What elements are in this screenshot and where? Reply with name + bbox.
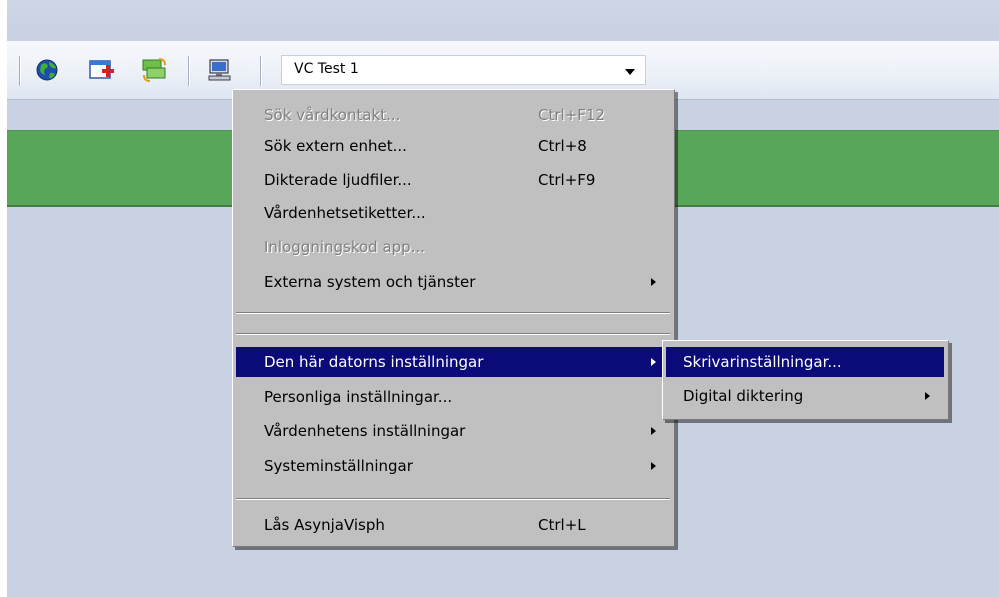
chevron-down-icon[interactable]: [625, 69, 635, 75]
menu-separator: [236, 333, 670, 335]
menu-item-sok-extern-enhet[interactable]: Sök extern enhet... Ctrl+8: [236, 131, 670, 161]
unit-selector-combobox[interactable]: VC Test 1: [281, 55, 646, 85]
computer-icon[interactable]: [205, 53, 235, 85]
menu-item-externa-system[interactable]: Externa system och tjänster: [236, 267, 670, 297]
menu-separator: [236, 312, 670, 314]
menu-item-las-asynjavisph[interactable]: Lås AsynjaVisph Ctrl+L: [236, 510, 670, 540]
menu-item-sok-vardkontakt[interactable]: Sök vårdkontakt... Ctrl+F12: [236, 100, 670, 130]
chevron-right-icon: [651, 358, 656, 366]
menu-item-personliga-installningar[interactable]: Personliga inställningar...: [236, 382, 670, 412]
toolbar-separator: [19, 56, 21, 86]
globe-icon[interactable]: [32, 53, 62, 85]
chevron-right-icon: [925, 392, 930, 400]
submenu-item-digital-diktering[interactable]: Digital diktering: [666, 381, 944, 411]
toolbar-separator: [188, 56, 190, 86]
menu-item-vardenhetens-installningar[interactable]: Vårdenhetens inställningar: [236, 416, 670, 446]
chevron-right-icon: [651, 278, 656, 286]
title-band: [7, 0, 999, 41]
context-menu: Sök vårdkontakt... Ctrl+F12 Sök extern e…: [232, 89, 675, 547]
toolbar-separator: [260, 56, 262, 86]
add-window-icon[interactable]: [87, 53, 117, 85]
combo-value: VC Test 1: [294, 61, 359, 77]
menu-item-inloggningskod-app[interactable]: Inloggningskod app...: [236, 232, 670, 262]
chevron-right-icon: [651, 427, 656, 435]
menu-item-den-har-datorns-installningar[interactable]: Den här datorns inställningar: [236, 347, 670, 377]
menu-item-vardenhetsetiketter[interactable]: Vårdenhetsetiketter...: [236, 198, 670, 228]
menu-item-systeminstallningar[interactable]: Systeminställningar: [236, 451, 670, 481]
submenu-item-skrivarinstallningar[interactable]: Skrivarinställningar...: [666, 347, 944, 377]
menu-separator: [236, 498, 670, 500]
chevron-right-icon: [651, 462, 656, 470]
money-exchange-icon[interactable]: [139, 53, 169, 85]
menu-item-dikterade-ljudfiler[interactable]: Dikterade ljudfiler... Ctrl+F9: [236, 165, 670, 195]
submenu: Skrivarinställningar... Digital dikterin…: [662, 340, 949, 420]
